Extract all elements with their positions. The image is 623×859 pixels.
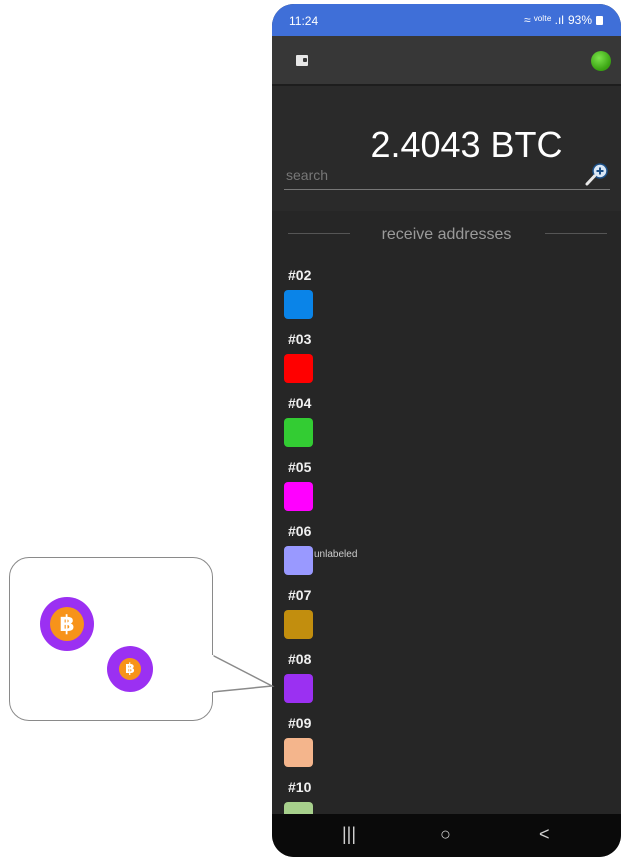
section-title: receive addresses (381, 226, 512, 243)
status-indicators: ≈ ᵛᵒˡᵗᵉ .ıl 93% (524, 13, 603, 27)
phone-screen: 11:24 ≈ ᵛᵒˡᵗᵉ .ıl 93% 2.4043 BTC receive… (272, 4, 621, 857)
address-list-item[interactable]: #08 (272, 648, 621, 712)
address-color-swatch (284, 354, 313, 383)
address-label: #02 (288, 267, 312, 283)
address-label: #05 (288, 459, 312, 475)
wallet-icon[interactable] (296, 55, 308, 66)
connection-status-icon[interactable] (591, 51, 611, 71)
address-label: #07 (288, 587, 312, 603)
address-list-item[interactable]: #07 (272, 584, 621, 648)
app-bar (272, 36, 621, 84)
address-label-partial: unlabeled (314, 549, 358, 560)
address-color-swatch (284, 418, 313, 447)
address-label: #08 (288, 651, 312, 667)
address-list-item[interactable]: #03 (272, 328, 621, 392)
balance-panel: 2.4043 BTC (272, 84, 621, 211)
address-color-swatch (284, 482, 313, 511)
recents-button[interactable]: ||| (342, 824, 356, 845)
search-icon[interactable] (584, 162, 610, 188)
address-list-item[interactable]: #04 (272, 392, 621, 456)
search-underline (284, 189, 610, 190)
address-color-swatch (284, 290, 313, 319)
bitcoin-logo-small-icon: ฿ (107, 646, 153, 692)
bitcoin-logo-large-icon: ฿ (40, 597, 94, 651)
address-label: #03 (288, 331, 312, 347)
address-label: #09 (288, 715, 312, 731)
bitcoin-coin-icon: ฿ (119, 658, 141, 680)
receive-addresses-header: receive addresses (272, 222, 621, 246)
signal-icons: ≈ ᵛᵒˡᵗᵉ .ıl (524, 13, 564, 27)
navigation-bar: ||| ○ < (272, 814, 621, 857)
address-list-item[interactable]: #05 (272, 456, 621, 520)
battery-percent: 93% (567, 13, 592, 27)
icon-callout: ฿ ฿ (9, 557, 213, 721)
address-list-item[interactable]: #09 (272, 712, 621, 776)
search-input[interactable] (284, 166, 588, 184)
address-list-item[interactable]: #02 (272, 264, 621, 328)
back-button[interactable]: < (539, 824, 550, 845)
battery-icon (596, 15, 603, 25)
address-color-swatch (284, 610, 313, 639)
address-label: #06 (288, 523, 312, 539)
address-color-swatch (284, 546, 313, 575)
address-label: #04 (288, 395, 312, 411)
status-time: 11:24 (289, 14, 319, 28)
balance-amount: 2.4043 BTC (370, 124, 563, 165)
status-bar: 11:24 ≈ ᵛᵒˡᵗᵉ .ıl 93% (272, 4, 621, 36)
address-label: #10 (288, 779, 312, 795)
address-color-swatch (284, 674, 313, 703)
divider (545, 233, 607, 234)
home-button[interactable]: ○ (440, 824, 451, 845)
bitcoin-coin-icon: ฿ (50, 607, 84, 641)
address-color-swatch (284, 738, 313, 767)
